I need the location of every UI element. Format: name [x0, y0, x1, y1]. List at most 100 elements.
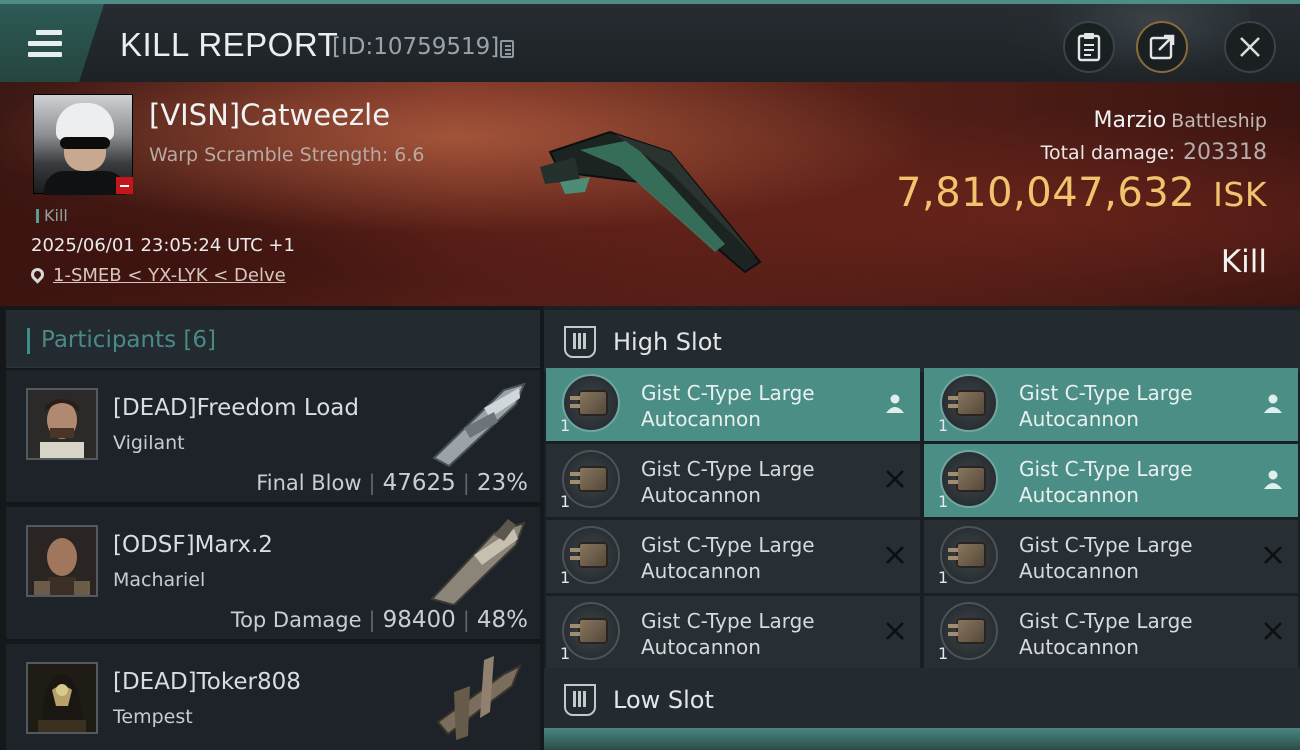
clipboard-button[interactable]: [1063, 21, 1115, 73]
total-damage-label: Total damage:: [1040, 142, 1176, 164]
dropped-icon: [886, 394, 904, 413]
module-quantity: 1: [938, 492, 949, 511]
participant-avatar: [26, 662, 98, 734]
participants-count: [6]: [183, 327, 217, 353]
module-icon: [940, 450, 998, 508]
module-tile[interactable]: 1 Gist C-Type Large Autocannon: [924, 368, 1298, 441]
module-tile[interactable]: 1 Gist C-Type Large Autocannon: [924, 596, 1298, 669]
fitting-panel: High Slot 1 Gist C-Type Large Autocannon 1 G…: [544, 306, 1300, 750]
isk-unit: ISK: [1213, 175, 1267, 214]
location-link[interactable]: 1-SMEB < YX-LYK < Delve: [53, 265, 286, 286]
module-icon: [940, 602, 998, 660]
module-quantity: 1: [560, 644, 571, 663]
location-pin-icon: [28, 265, 47, 284]
participants-panel: Participants [6] [DEAD]Freedom Load Vigi…: [0, 306, 542, 750]
header-bar: KILL REPORT [ID:10759519]: [0, 0, 1300, 84]
participant-damage: 47625: [382, 470, 456, 496]
low-slot-icon: [564, 684, 596, 716]
module-quantity: 1: [938, 568, 949, 587]
participant-row[interactable]: [ODSF]Marx.2 Machariel Top Damage | 98400 |…: [6, 507, 540, 641]
destroyed-icon: [1264, 546, 1282, 564]
module-tile[interactable]: 1 Gist C-Type Large Autocannon: [546, 444, 920, 517]
module-name: Gist C-Type Large Autocannon: [1019, 381, 1193, 431]
module-tile[interactable]: 1 Gist C-Type Large Autocannon: [924, 520, 1298, 593]
module-quantity: 1: [938, 416, 949, 435]
participant-name: [DEAD]Toker808: [113, 669, 301, 695]
victim-ship-class: Battleship: [1171, 110, 1267, 132]
standing-badge: [116, 177, 133, 194]
copy-icon[interactable]: [500, 40, 514, 58]
high-slot-header: High Slot: [544, 310, 1300, 372]
module-quantity: 1: [938, 644, 949, 663]
kill-result-label: Kill: [1220, 244, 1267, 280]
victim-ship-name: Marzio: [1093, 108, 1167, 133]
destroyed-icon: [886, 622, 904, 640]
module-name: Gist C-Type Large Autocannon: [641, 381, 815, 431]
participants-label: Participants: [41, 327, 177, 353]
kill-location[interactable]: 1-SMEB < YX-LYK < Delve: [28, 265, 286, 286]
participant-role: Top Damage: [230, 608, 362, 632]
module-quantity: 1: [560, 568, 571, 587]
low-slot-module-row[interactable]: [544, 728, 1300, 750]
participants-header[interactable]: Participants [6]: [6, 310, 540, 368]
clipboard-icon: [1077, 33, 1101, 62]
module-name: Gist C-Type Large Autocannon: [1019, 533, 1193, 583]
participant-name: [ODSF]Marx.2: [113, 532, 273, 558]
participant-ship: Tempest: [113, 706, 193, 728]
module-name: Gist C-Type Large Autocannon: [641, 609, 815, 659]
high-slot-label: High Slot: [613, 328, 722, 356]
isk-value: 7,810,047,632 ISK: [896, 170, 1267, 216]
participant-stats: Final Blow | 47625 | 23%: [256, 470, 528, 496]
menu-button[interactable]: [0, 4, 104, 82]
low-slot-label: Low Slot: [613, 686, 714, 714]
module-tile[interactable]: 1 Gist C-Type Large Autocannon: [546, 596, 920, 669]
report-id: [ID:10759519]: [332, 34, 500, 60]
participant-ship-image: [436, 656, 522, 740]
kill-tag: Kill: [36, 206, 68, 225]
module-quantity: 1: [560, 416, 571, 435]
participant-avatar: [26, 388, 98, 460]
module-tile[interactable]: 1 Gist C-Type Large Autocannon: [546, 368, 920, 441]
module-name: Gist C-Type Large Autocannon: [1019, 457, 1193, 507]
module-icon: [940, 526, 998, 584]
isk-amount: 7,810,047,632: [896, 170, 1196, 216]
module-name: Gist C-Type Large Autocannon: [641, 457, 815, 507]
total-damage-value: 203318: [1183, 140, 1267, 165]
participant-ship-image: [430, 519, 526, 605]
share-button[interactable]: [1136, 21, 1188, 73]
participant-ship: Machariel: [113, 569, 206, 591]
victim-name[interactable]: [VISN]Catweezle: [149, 98, 390, 132]
kill-timestamp: 2025/06/01 23:05:24 UTC +1: [31, 235, 295, 256]
participant-row[interactable]: [DEAD]Toker808 Tempest: [6, 644, 540, 750]
dropped-icon: [1264, 470, 1282, 489]
participant-percent: 48%: [476, 607, 528, 633]
destroyed-icon: [886, 470, 904, 488]
module-tile[interactable]: 1 Gist C-Type Large Autocannon: [924, 444, 1298, 517]
module-icon: [562, 374, 620, 432]
close-button[interactable]: [1224, 21, 1276, 73]
close-icon: [1240, 37, 1260, 57]
dropped-icon: [1264, 394, 1282, 413]
participant-percent: 23%: [476, 470, 528, 496]
participant-damage: 98400: [382, 607, 456, 633]
module-quantity: 1: [560, 492, 571, 511]
module-name: Gist C-Type Large Autocannon: [1019, 609, 1193, 659]
high-slot-icon: [564, 326, 596, 358]
victim-ship-image: [540, 130, 762, 274]
warp-scramble-strength: Warp Scramble Strength: 6.6: [149, 144, 425, 166]
module-icon: [562, 526, 620, 584]
participant-avatar: [26, 525, 98, 597]
page-title: KILL REPORT: [120, 26, 339, 63]
participant-name: [DEAD]Freedom Load: [113, 395, 360, 421]
low-slot-header: Low Slot: [544, 668, 1300, 730]
participant-row[interactable]: [DEAD]Freedom Load Vigilant Final Blow | 4…: [6, 370, 540, 504]
module-icon: [562, 450, 620, 508]
participant-stats: Top Damage | 98400 | 48%: [230, 607, 528, 633]
module-tile[interactable]: 1 Gist C-Type Large Autocannon: [546, 520, 920, 593]
share-icon: [1149, 34, 1175, 60]
module-name: Gist C-Type Large Autocannon: [641, 533, 815, 583]
module-icon: [940, 374, 998, 432]
menu-icon: [28, 30, 62, 63]
victim-ship: Marzio Battleship: [1094, 108, 1267, 133]
participant-ship-image: [432, 382, 526, 468]
